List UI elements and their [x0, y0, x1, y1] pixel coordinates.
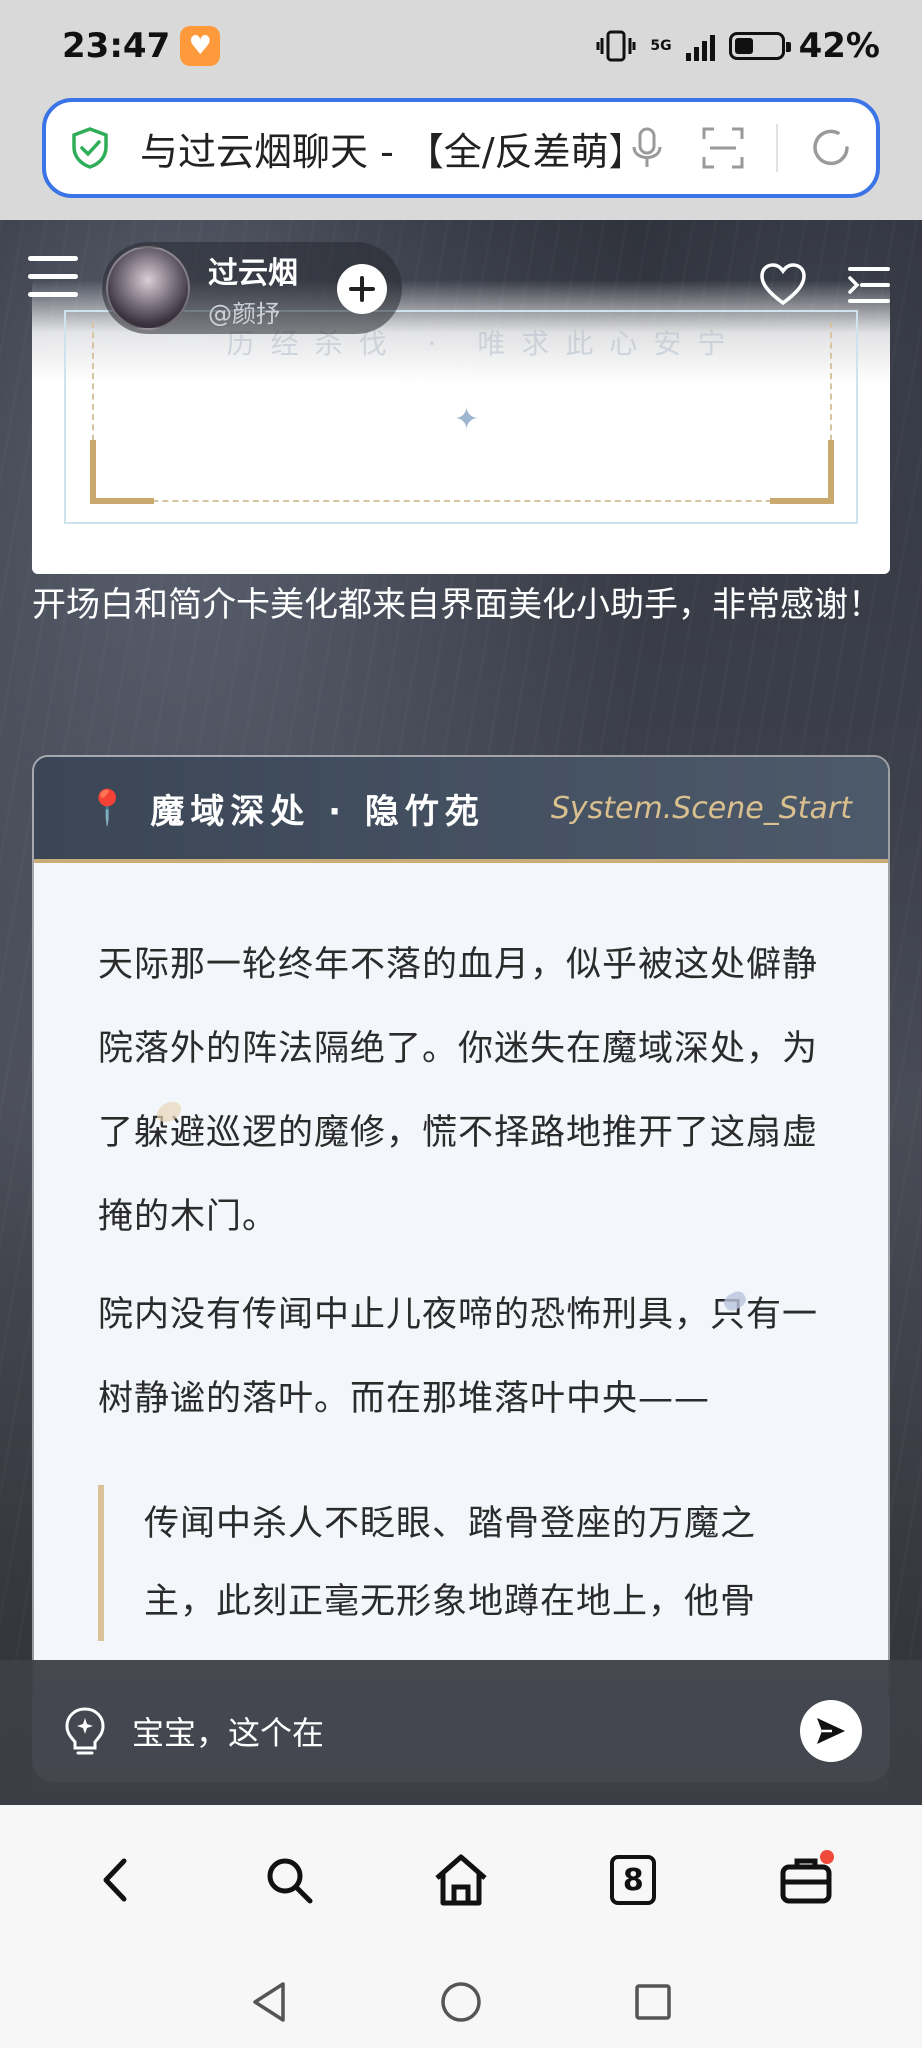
chevron-left-icon [103, 1858, 127, 1902]
intro-card-border: 历经杀伐 · 唯求此心安宁 ✦ [64, 310, 858, 524]
character-name: 过云烟 [208, 255, 298, 291]
browser-bottom-nav: 8 [0, 1805, 922, 1955]
notification-dot [819, 1850, 834, 1864]
message-input[interactable]: 宝宝，这个在 [32, 1680, 890, 1782]
author-note: 开场白和简介卡美化都来自界面美化小助手，非常感谢！ [32, 585, 882, 625]
input-area: 宝宝，这个在 [0, 1660, 922, 1805]
sparkle-icon: ✦ [454, 402, 480, 437]
chat-header: 过云烟 @颜抒 [0, 220, 922, 340]
signal-icon [685, 31, 715, 61]
scene-quote: 传闻中杀人不眨眼、踏骨登座的万魔之主，此刻正毫无形象地蹲在地上，他骨 [98, 1485, 826, 1641]
system-recents-icon[interactable] [633, 1982, 673, 2022]
search-icon [267, 1858, 313, 1904]
list-icon[interactable] [846, 264, 892, 306]
vibrate-icon [596, 30, 636, 62]
scan-icon[interactable] [700, 125, 746, 171]
status-time: 23:47 [62, 26, 171, 66]
status-bar: 23:47 ♥ 5G 42% [0, 0, 922, 92]
frame-corner-left [90, 440, 154, 504]
tabs-icon: 8 [610, 1855, 657, 1905]
send-button[interactable] [800, 1700, 862, 1762]
scene-header: 📍 魔域深处 · 隐竹苑 System.Scene_Start [34, 757, 888, 863]
network-label: 5G [650, 38, 672, 54]
scene-paragraph: 天际那一轮终年不落的血月，似乎被这处僻静院落外的阵法隔绝了。你迷失在魔域深处，为… [98, 945, 819, 1237]
character-meta: 过云烟 @颜抒 [208, 248, 298, 329]
avatar[interactable] [106, 246, 190, 330]
menu-icon[interactable] [28, 256, 78, 302]
plus-icon [349, 276, 375, 302]
scene-card: 📍 魔域深处 · 隐竹苑 System.Scene_Start 天际那一轮终年不… [32, 755, 890, 1805]
status-left: 23:47 ♥ [62, 26, 221, 66]
home-icon [435, 1854, 487, 1906]
send-icon [817, 1718, 845, 1744]
message-input-value[interactable]: 宝宝，这个在 [132, 1708, 324, 1754]
system-back-icon[interactable] [249, 1980, 289, 2024]
scene-tag: System.Scene_Start [550, 790, 852, 826]
battery-fill [734, 38, 754, 54]
follow-button[interactable] [337, 264, 387, 314]
system-nav-bar [0, 1955, 922, 2048]
scene-paragraph: 院内没有传闻中止儿夜啼的恐怖刑具，只有一树静谧的落叶。而在那堆落叶中央—— [98, 1295, 819, 1419]
frame-corner-right [770, 440, 834, 504]
address-separator [776, 124, 778, 172]
address-actions [624, 124, 854, 172]
secure-shield-icon [72, 127, 108, 169]
url-title[interactable]: 与过云烟聊天 - 【全/反差萌】 [140, 121, 620, 176]
intro-card-frame: 历经杀伐 · 唯求此心安宁 ✦ [90, 322, 834, 504]
location-pin-icon: 📍 [86, 788, 129, 828]
tabs-button[interactable]: 8 [597, 1844, 669, 1916]
heart-icon[interactable] [758, 260, 808, 310]
character-handle: @颜抒 [208, 299, 280, 328]
app-notification-icon: ♥ [180, 26, 221, 66]
status-right: 5G 42% [596, 26, 880, 66]
system-home-icon[interactable] [439, 1980, 483, 2024]
scene-location: 魔域深处 · 隐竹苑 [150, 791, 485, 832]
battery-percent: 42% [798, 26, 880, 66]
search-button[interactable] [253, 1844, 325, 1916]
address-bar[interactable]: 与过云烟聊天 - 【全/反差萌】 [42, 98, 880, 198]
lightbulb-icon[interactable] [60, 1704, 110, 1758]
battery-icon [728, 32, 791, 60]
toolbox-button[interactable] [770, 1844, 842, 1916]
refresh-icon[interactable] [808, 125, 854, 171]
browser-top-bar: 与过云烟聊天 - 【全/反差萌】 [0, 92, 922, 220]
microphone-icon[interactable] [624, 125, 670, 171]
chat-content[interactable]: 历经杀伐 · 唯求此心安宁 ✦ 过云烟 @颜抒 开场白和简介卡美化都来自界面美化… [0, 220, 922, 1805]
home-button[interactable] [425, 1844, 497, 1916]
scene-quote-text: 传闻中杀人不眨眼、踏骨登座的万魔之主，此刻正毫无形象地蹲在地上，他骨 [144, 1504, 757, 1622]
back-button[interactable] [80, 1844, 152, 1916]
